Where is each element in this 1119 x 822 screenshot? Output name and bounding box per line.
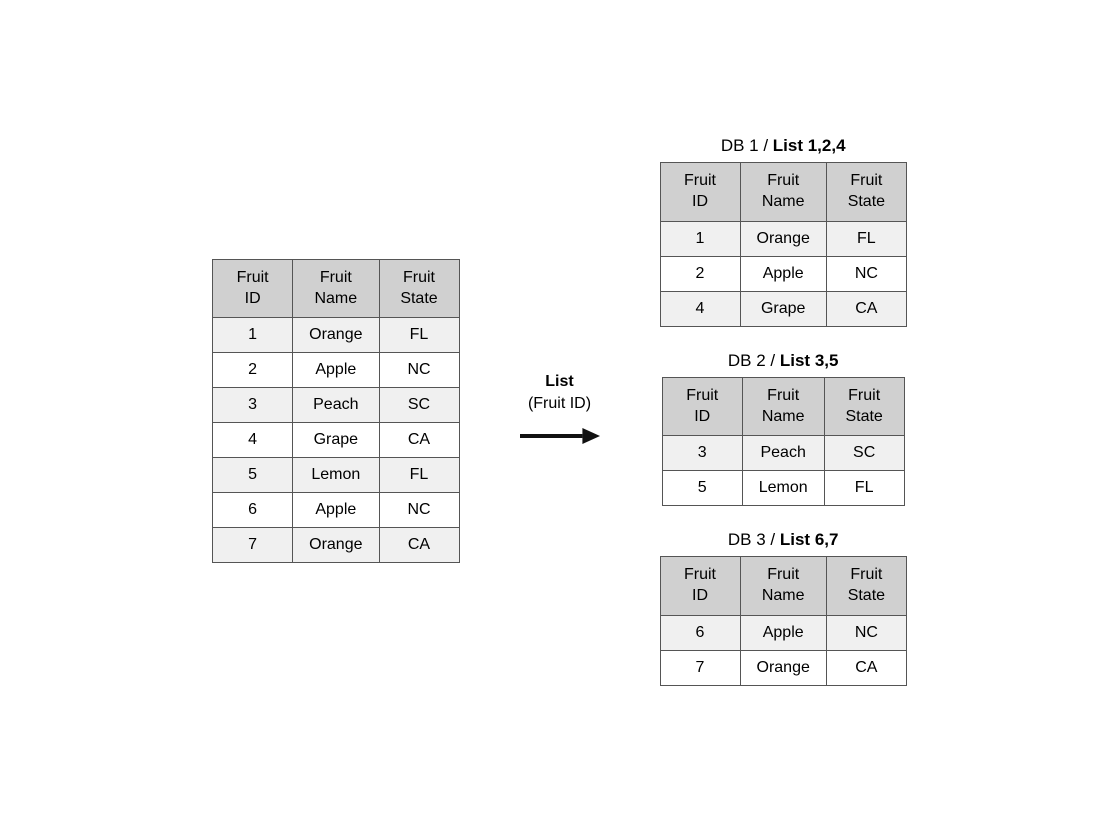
cell-name: Apple: [293, 493, 379, 528]
cell-id: 4: [213, 423, 293, 458]
db-title-3: DB 3 / List 6,7: [728, 530, 839, 550]
db3-header-1: FruitName: [740, 557, 826, 616]
cell-id: 2: [213, 353, 293, 388]
cell-state: NC: [379, 353, 459, 388]
cell-name: Apple: [740, 256, 826, 291]
cell-name: Apple: [740, 615, 826, 650]
db1-header-2: FruitState: [826, 163, 906, 222]
db2-header-1: FruitName: [742, 377, 824, 436]
db-table-3: FruitIDFruitNameFruitState 6 Apple NC 7 …: [660, 556, 907, 686]
cell-state: CA: [379, 423, 459, 458]
db1-header-1: FruitName: [740, 163, 826, 222]
cell-id: 7: [213, 528, 293, 563]
cell-state: SC: [379, 388, 459, 423]
table-row: 6 Apple NC: [213, 493, 459, 528]
db3-header-2: FruitState: [826, 557, 906, 616]
db2-header-2: FruitState: [824, 377, 904, 436]
cell-state: CA: [826, 650, 906, 685]
source-header-id: FruitID: [213, 259, 293, 318]
db-title-2: DB 2 / List 3,5: [728, 351, 839, 371]
cell-id: 3: [213, 388, 293, 423]
db-table-2: FruitIDFruitNameFruitState 3 Peach SC 5 …: [662, 377, 905, 507]
cell-id: 4: [660, 291, 740, 326]
source-header-state: FruitState: [379, 259, 459, 318]
cell-id: 5: [662, 471, 742, 506]
cell-state: NC: [826, 256, 906, 291]
cell-name: Grape: [293, 423, 379, 458]
cell-id: 5: [213, 458, 293, 493]
cell-id: 6: [660, 615, 740, 650]
table-row: 4 Grape CA: [213, 423, 459, 458]
cell-name: Orange: [740, 650, 826, 685]
cell-state: NC: [379, 493, 459, 528]
cell-id: 7: [660, 650, 740, 685]
cell-name: Grape: [740, 291, 826, 326]
arrow-label: List (Fruit ID): [528, 371, 591, 416]
cell-id: 1: [660, 221, 740, 256]
cell-state: NC: [826, 615, 906, 650]
table-row: 6 Apple NC: [660, 615, 906, 650]
table-row: 1 Orange FL: [660, 221, 906, 256]
table-row: 4 Grape CA: [660, 291, 906, 326]
main-container: FruitID FruitName FruitState 1 Orange FL…: [192, 116, 927, 706]
db-table-1: FruitIDFruitNameFruitState 1 Orange FL 2…: [660, 162, 907, 327]
cell-state: CA: [379, 528, 459, 563]
table-row: 7 Orange CA: [660, 650, 906, 685]
cell-name: Peach: [742, 436, 824, 471]
db2-header-0: FruitID: [662, 377, 742, 436]
table-row: 3 Peach SC: [213, 388, 459, 423]
cell-id: 1: [213, 318, 293, 353]
cell-id: 3: [662, 436, 742, 471]
cell-state: SC: [824, 436, 904, 471]
db1-header-0: FruitID: [660, 163, 740, 222]
cell-state: CA: [826, 291, 906, 326]
source-header-name: FruitName: [293, 259, 379, 318]
db-title-1: DB 1 / List 1,2,4: [721, 136, 846, 156]
cell-state: FL: [826, 221, 906, 256]
cell-name: Orange: [293, 528, 379, 563]
table-row: 2 Apple NC: [213, 353, 459, 388]
db-block-1: DB 1 / List 1,2,4 FruitIDFruitNameFruitSt…: [660, 136, 907, 327]
source-table: FruitID FruitName FruitState 1 Orange FL…: [212, 259, 459, 564]
table-row: 3 Peach SC: [662, 436, 904, 471]
cell-name: Orange: [293, 318, 379, 353]
cell-id: 2: [660, 256, 740, 291]
source-table-wrapper: FruitID FruitName FruitState 1 Orange FL…: [212, 259, 459, 564]
arrow-icon: [520, 421, 600, 451]
cell-name: Peach: [293, 388, 379, 423]
db-block-2: DB 2 / List 3,5 FruitIDFruitNameFruitStat…: [660, 351, 907, 507]
table-row: 5 Lemon FL: [213, 458, 459, 493]
right-section: DB 1 / List 1,2,4FruitIDFruitNameFruitSt…: [660, 136, 907, 686]
table-row: 1 Orange FL: [213, 318, 459, 353]
cell-name: Lemon: [293, 458, 379, 493]
table-row: 5 Lemon FL: [662, 471, 904, 506]
cell-state: FL: [379, 458, 459, 493]
cell-state: FL: [379, 318, 459, 353]
cell-name: Orange: [740, 221, 826, 256]
cell-state: FL: [824, 471, 904, 506]
table-row: 2 Apple NC: [660, 256, 906, 291]
cell-name: Lemon: [742, 471, 824, 506]
db-block-3: DB 3 / List 6,7 FruitIDFruitNameFruitStat…: [660, 530, 907, 686]
cell-id: 6: [213, 493, 293, 528]
db3-header-0: FruitID: [660, 557, 740, 616]
table-row: 7 Orange CA: [213, 528, 459, 563]
arrow-section: List (Fruit ID): [520, 371, 600, 452]
cell-name: Apple: [293, 353, 379, 388]
